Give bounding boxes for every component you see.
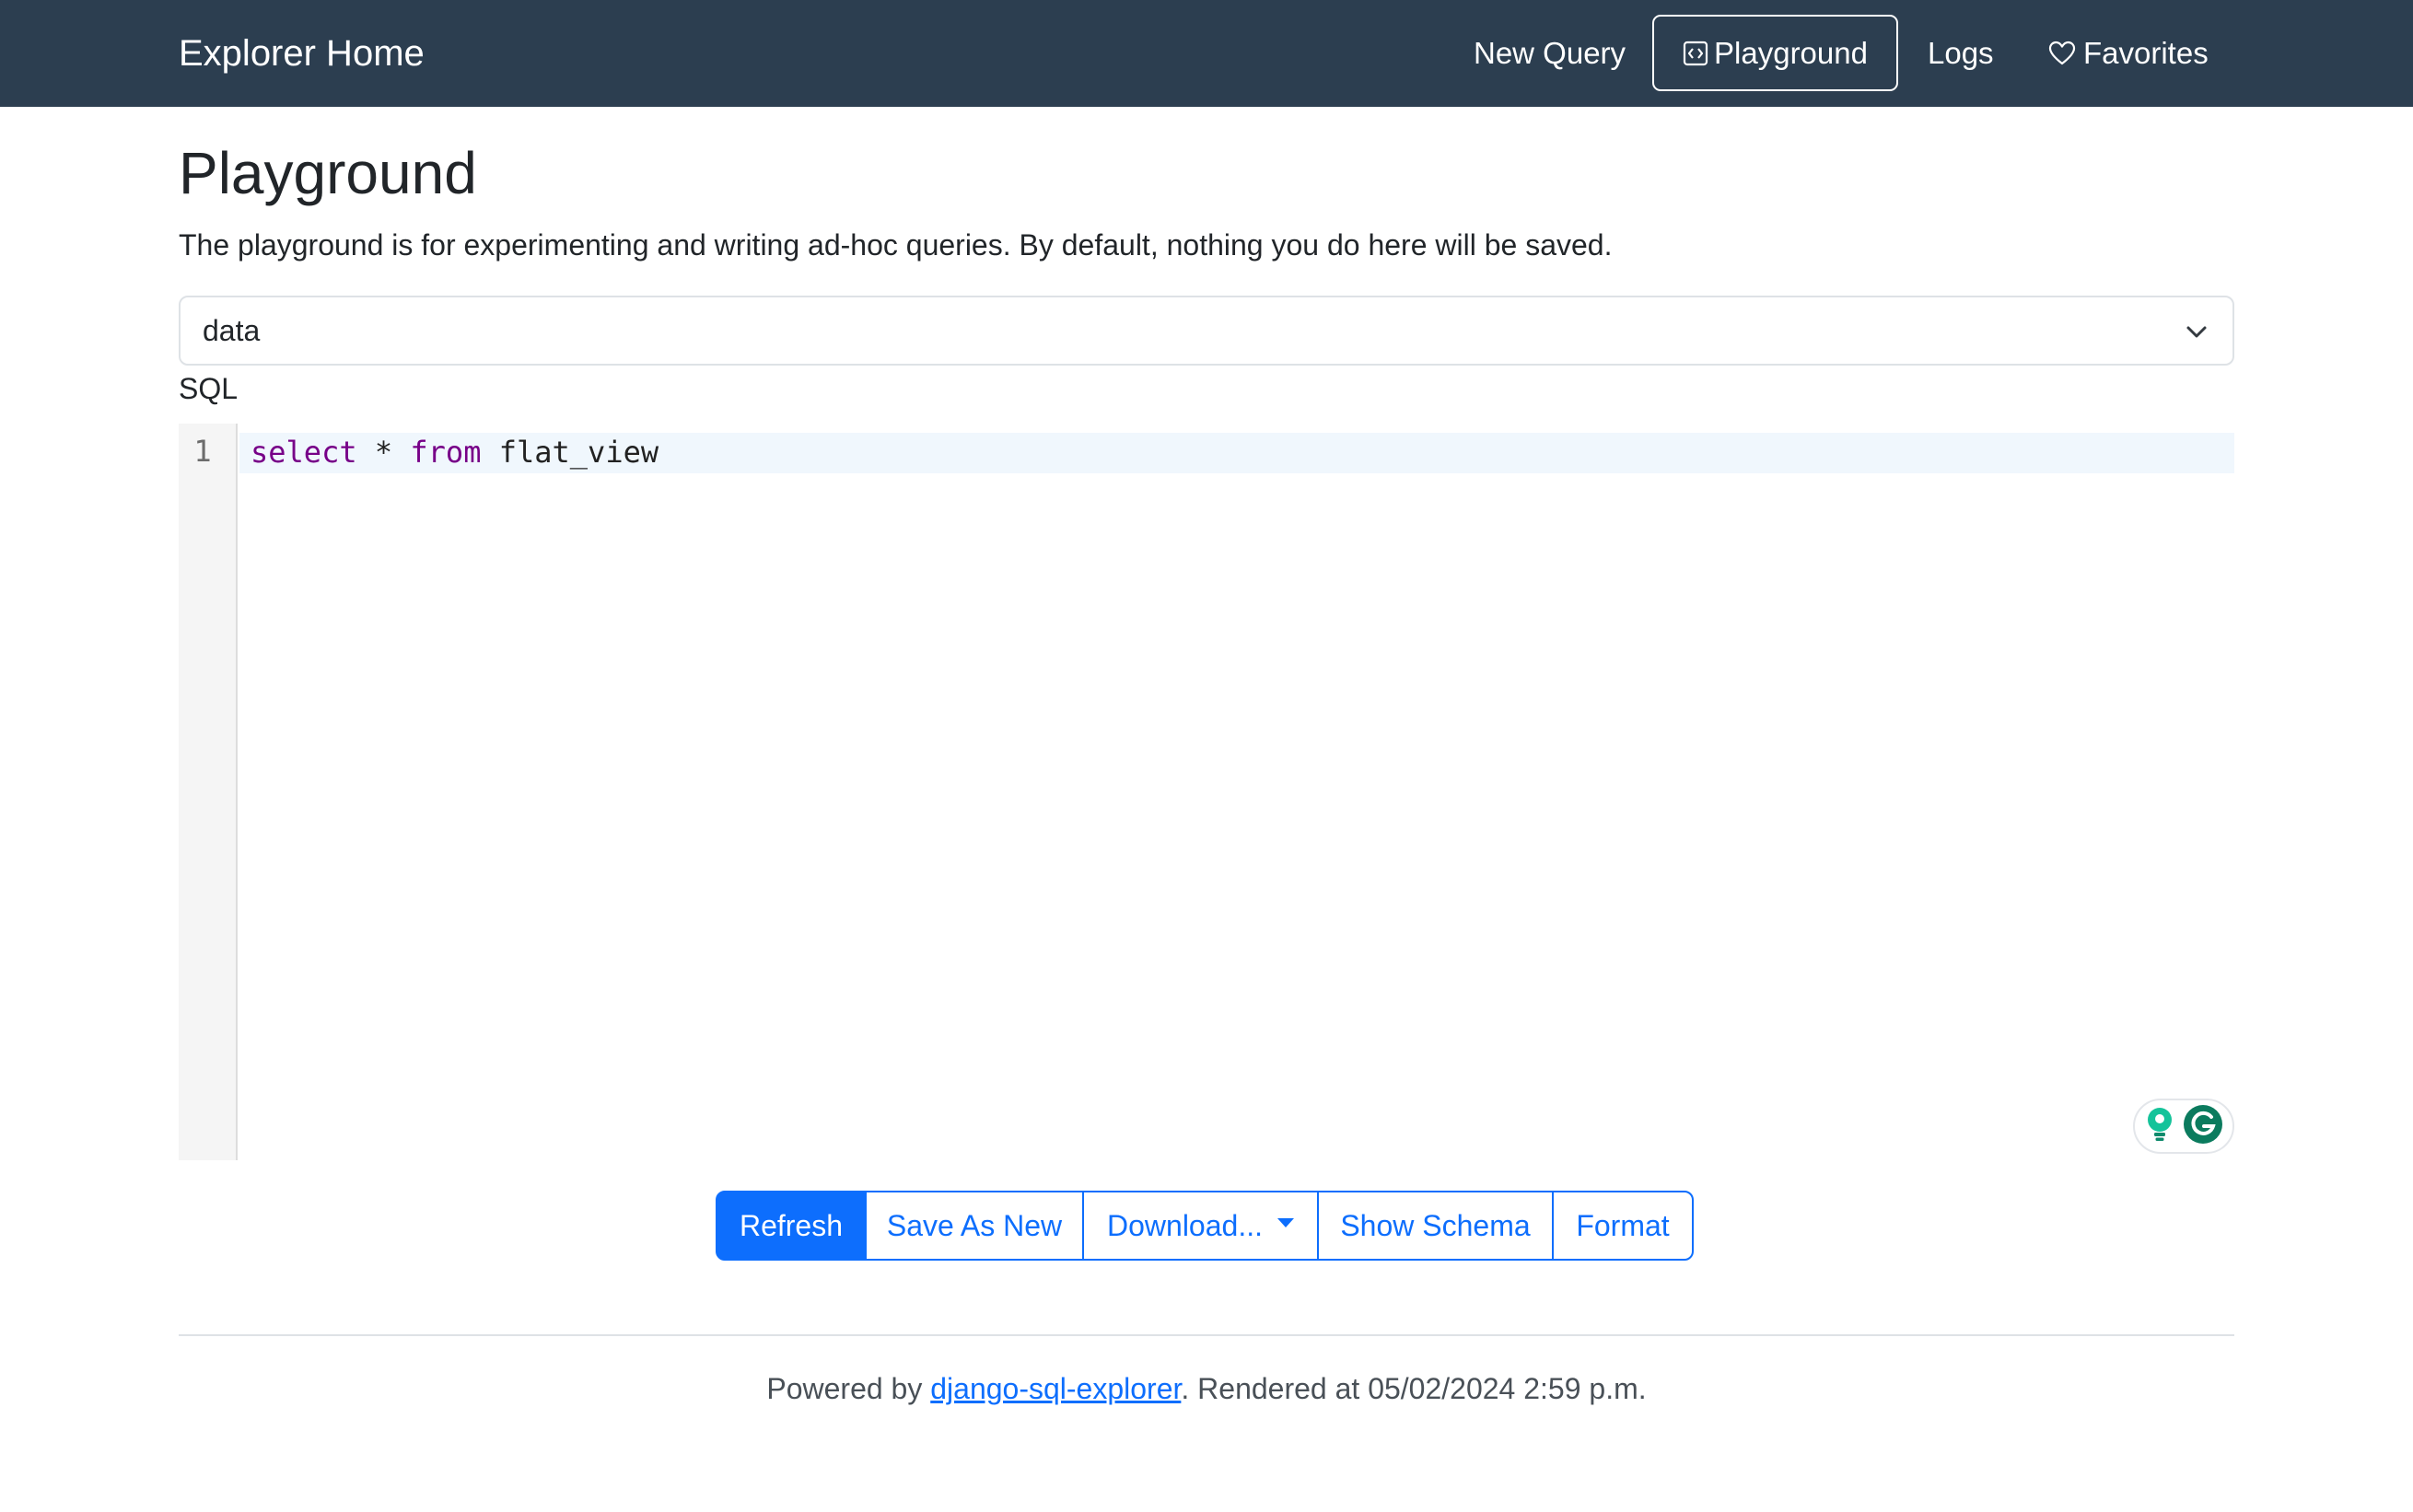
code-icon [1683, 41, 1708, 66]
footer: Powered by django-sql-explorer. Rendered… [0, 1368, 2413, 1409]
connection-select[interactable]: data [179, 296, 2234, 366]
nav-logs-label: Logs [1928, 36, 1994, 70]
top-navbar: Explorer Home New Query Playground Logs … [0, 0, 2413, 107]
download-label: Download... [1107, 1208, 1263, 1242]
grammarly-widget[interactable] [2133, 1099, 2234, 1154]
page-description: The playground is for experimenting and … [179, 228, 1613, 262]
code-line[interactable]: select * from flat_view [251, 433, 659, 471]
sql-token: flat_view [481, 435, 659, 470]
django-sql-explorer-link[interactable]: django-sql-explorer [930, 1372, 1181, 1405]
show-schema-button[interactable]: Show Schema [1317, 1191, 1554, 1261]
connection-select-value: data [203, 314, 261, 347]
chevron-down-icon [2185, 320, 2209, 348]
heart-icon [2048, 41, 2076, 66]
refresh-button[interactable]: Refresh [716, 1191, 867, 1261]
brand-link[interactable]: Explorer Home [179, 0, 425, 107]
editor-gutter: 1 [179, 424, 238, 1160]
action-button-group: Refresh Save As New Download... Show Sch… [716, 1191, 1694, 1261]
footer-divider [179, 1334, 2234, 1336]
save-as-new-button[interactable]: Save As New [865, 1191, 1084, 1261]
nav-favorites-label: Favorites [2083, 36, 2209, 70]
sql-keyword: select [251, 435, 357, 470]
line-number: 1 [193, 434, 212, 469]
nav-new-query-label: New Query [1474, 36, 1626, 70]
nav-favorites[interactable]: Favorites [2048, 0, 2209, 107]
footer-rendered-at: . Rendered at 05/02/2024 2:59 p.m. [1181, 1372, 1647, 1405]
sql-token: * [356, 435, 411, 470]
caret-down-icon [1276, 1218, 1294, 1227]
nav-playground-label: Playground [1714, 35, 1868, 70]
nav-playground[interactable]: Playground [1652, 15, 1898, 91]
download-dropdown-button[interactable]: Download... [1082, 1191, 1319, 1261]
lightbulb-icon[interactable] [2144, 1106, 2175, 1147]
footer-prefix: Powered by [766, 1372, 931, 1405]
sql-editor[interactable]: 1 select * from flat_view [179, 424, 2234, 1160]
format-button[interactable]: Format [1552, 1191, 1694, 1261]
nav-logs[interactable]: Logs [1928, 0, 1994, 107]
sql-label: SQL [179, 372, 239, 405]
nav-new-query[interactable]: New Query [1474, 0, 1626, 107]
sql-keyword: from [410, 435, 482, 470]
page-title: Playground [179, 140, 477, 206]
grammarly-icon[interactable] [2183, 1104, 2223, 1149]
